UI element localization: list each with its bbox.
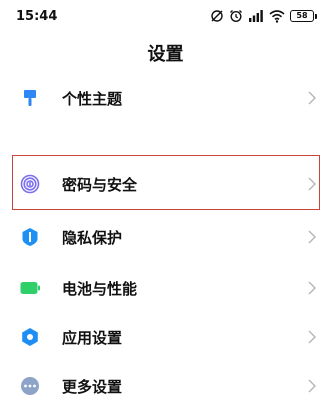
chevron-right-icon bbox=[308, 330, 316, 344]
status-time: 15:44 bbox=[16, 9, 58, 24]
settings-item-label: 隐私保护 bbox=[62, 228, 123, 247]
settings-item-privacy[interactable]: 隐私保护 bbox=[0, 213, 331, 261]
privacy-shield-icon bbox=[20, 227, 40, 247]
settings-item-password-security[interactable]: 密码与安全 bbox=[0, 160, 331, 208]
settings-item-more[interactable]: 更多设置 bbox=[0, 362, 331, 410]
chevron-right-icon bbox=[308, 230, 316, 244]
wifi-icon bbox=[269, 9, 285, 23]
chevron-right-icon bbox=[308, 91, 316, 105]
signal-icon bbox=[248, 9, 264, 23]
fingerprint-icon bbox=[20, 174, 40, 194]
battery-icon: 58 bbox=[290, 10, 317, 22]
status-icons: 58 bbox=[210, 8, 317, 24]
more-dots-icon bbox=[20, 376, 40, 396]
battery-performance-icon bbox=[20, 278, 40, 298]
battery-level: 58 bbox=[290, 10, 314, 22]
chevron-right-icon bbox=[308, 177, 316, 191]
settings-item-label: 个性主题 bbox=[62, 89, 123, 108]
alarm-icon bbox=[229, 9, 243, 23]
status-bar: 15:44 58 bbox=[0, 0, 331, 34]
settings-item-label: 更多设置 bbox=[62, 377, 123, 396]
settings-item-theme[interactable]: 个性主题 bbox=[0, 74, 331, 122]
theme-brush-icon bbox=[20, 88, 40, 108]
settings-item-battery-performance[interactable]: 电池与性能 bbox=[0, 264, 331, 312]
page-title: 设置 bbox=[147, 44, 184, 65]
settings-item-label: 应用设置 bbox=[62, 328, 123, 347]
settings-item-label: 电池与性能 bbox=[62, 279, 138, 298]
settings-item-label: 密码与安全 bbox=[62, 175, 138, 194]
dnd-off-icon bbox=[210, 9, 224, 23]
app-settings-gear-icon bbox=[20, 327, 40, 347]
chevron-right-icon bbox=[308, 281, 316, 295]
settings-item-app-settings[interactable]: 应用设置 bbox=[0, 313, 331, 361]
